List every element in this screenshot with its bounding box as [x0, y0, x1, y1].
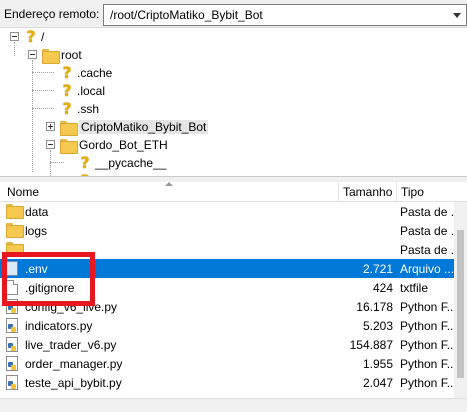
tree-collapse-toggle[interactable] — [28, 50, 37, 59]
question-icon: ? — [26, 28, 36, 46]
vertical-scrollbar[interactable] — [454, 202, 467, 398]
tree-item-pycache[interactable]: ? __pycache__ — [78, 154, 166, 172]
file-type: Python F... — [400, 357, 454, 371]
tree-item-root[interactable]: root — [42, 46, 82, 64]
file-size: 1.955 — [362, 357, 393, 371]
file-type: txtfile — [400, 281, 429, 295]
sort-ascending-icon — [165, 182, 173, 187]
file-name: logs — [25, 224, 48, 238]
file-size: 5.203 — [362, 319, 393, 333]
tree-item-label: root — [61, 48, 82, 62]
python-file-icon — [6, 375, 18, 390]
file-row[interactable]: teste_api_bybit.py 2.047 Python F... — [0, 373, 454, 392]
highlight-annotation-box — [2, 252, 95, 306]
folder-icon — [42, 48, 60, 64]
tree-item-label: Gordo_Bot_ETH — [79, 138, 168, 152]
tree-item-label: .cache — [77, 66, 113, 80]
tree-item-label: / — [41, 30, 45, 44]
address-dropdown-button[interactable] — [447, 4, 467, 26]
file-size: 154.887 — [349, 338, 393, 352]
remote-directory-tree: ? / root ? .cache ? .local ? .ssh Cripto… — [0, 28, 467, 177]
question-icon: ? — [80, 153, 90, 172]
file-row[interactable]: logs Pasta de ... — [0, 221, 454, 240]
file-row[interactable]: data Pasta de ... — [0, 202, 454, 221]
folder-icon — [6, 223, 24, 238]
tree-item-criptomatiko[interactable]: CriptoMatiko_Bybit_Bot — [60, 118, 209, 136]
file-type: Python F... — [400, 376, 454, 390]
column-header-size[interactable]: Tamanho — [343, 185, 392, 199]
file-type: Python F... — [400, 300, 454, 314]
horizontal-scrollbar[interactable] — [0, 398, 467, 412]
tree-collapse-toggle[interactable] — [10, 32, 19, 41]
folder-icon — [60, 138, 78, 154]
column-header-type[interactable]: Tipo — [401, 185, 424, 199]
tree-item-gordo-bot[interactable]: Gordo_Bot_ETH — [60, 136, 168, 154]
question-icon: ? — [62, 99, 72, 118]
file-size: 424 — [372, 281, 393, 295]
column-header-name[interactable]: Nome — [7, 185, 39, 199]
tree-item-label: .ssh — [77, 102, 100, 116]
question-icon: ? — [62, 81, 72, 100]
remote-address-label: Endereço remoto: — [4, 7, 100, 21]
file-size: 16.178 — [356, 300, 393, 314]
python-file-icon — [6, 356, 18, 371]
file-type: Python F... — [400, 319, 454, 333]
scrollbar-thumb[interactable] — [457, 230, 464, 378]
folder-icon — [60, 120, 78, 136]
tree-item-local[interactable]: ? .local — [60, 82, 105, 100]
file-name: teste_api_bybit.py — [25, 376, 122, 390]
file-size: 2.721 — [362, 262, 393, 276]
file-type: Pasta de ... — [400, 205, 454, 219]
file-size: 2.047 — [362, 376, 393, 390]
remote-address-bar: Endereço remoto: /root/CriptoMatiko_Bybi… — [0, 0, 467, 28]
file-name: data — [25, 205, 49, 219]
file-name: indicators.py — [25, 319, 93, 333]
tree-item-ssh[interactable]: ? .ssh — [60, 100, 99, 118]
file-type: Pasta de ... — [400, 243, 454, 257]
file-name: order_manager.py — [25, 357, 123, 371]
tree-expand-toggle[interactable] — [46, 122, 55, 131]
tree-item-root-dir[interactable]: ? / — [24, 28, 44, 46]
tree-item-label: .local — [77, 84, 106, 98]
python-file-icon — [6, 318, 18, 333]
tree-item-label: CriptoMatiko_Bybit_Bot — [79, 120, 209, 134]
folder-icon — [6, 204, 24, 219]
question-icon: ? — [62, 63, 72, 82]
file-row[interactable]: live_trader_v6.py 154.887 Python F... — [0, 335, 454, 354]
file-type: Arquivo ... — [400, 262, 454, 276]
tree-item-label: __pycache__ — [95, 156, 167, 170]
python-file-icon — [6, 337, 18, 352]
file-row[interactable]: order_manager.py 1.955 Python F... — [0, 354, 454, 373]
file-type: Pasta de ... — [400, 224, 454, 238]
file-row[interactable]: indicators.py 5.203 Python F... — [0, 316, 454, 335]
tree-collapse-toggle[interactable] — [46, 140, 55, 149]
file-name: live_trader_v6.py — [25, 338, 117, 352]
file-list-header: Nome Tamanho Tipo — [0, 182, 467, 202]
tree-item-cache[interactable]: ? .cache — [60, 64, 112, 82]
file-type: Python F... — [400, 338, 454, 352]
remote-address-input[interactable]: /root/CriptoMatiko_Bybit_Bot — [103, 4, 448, 26]
